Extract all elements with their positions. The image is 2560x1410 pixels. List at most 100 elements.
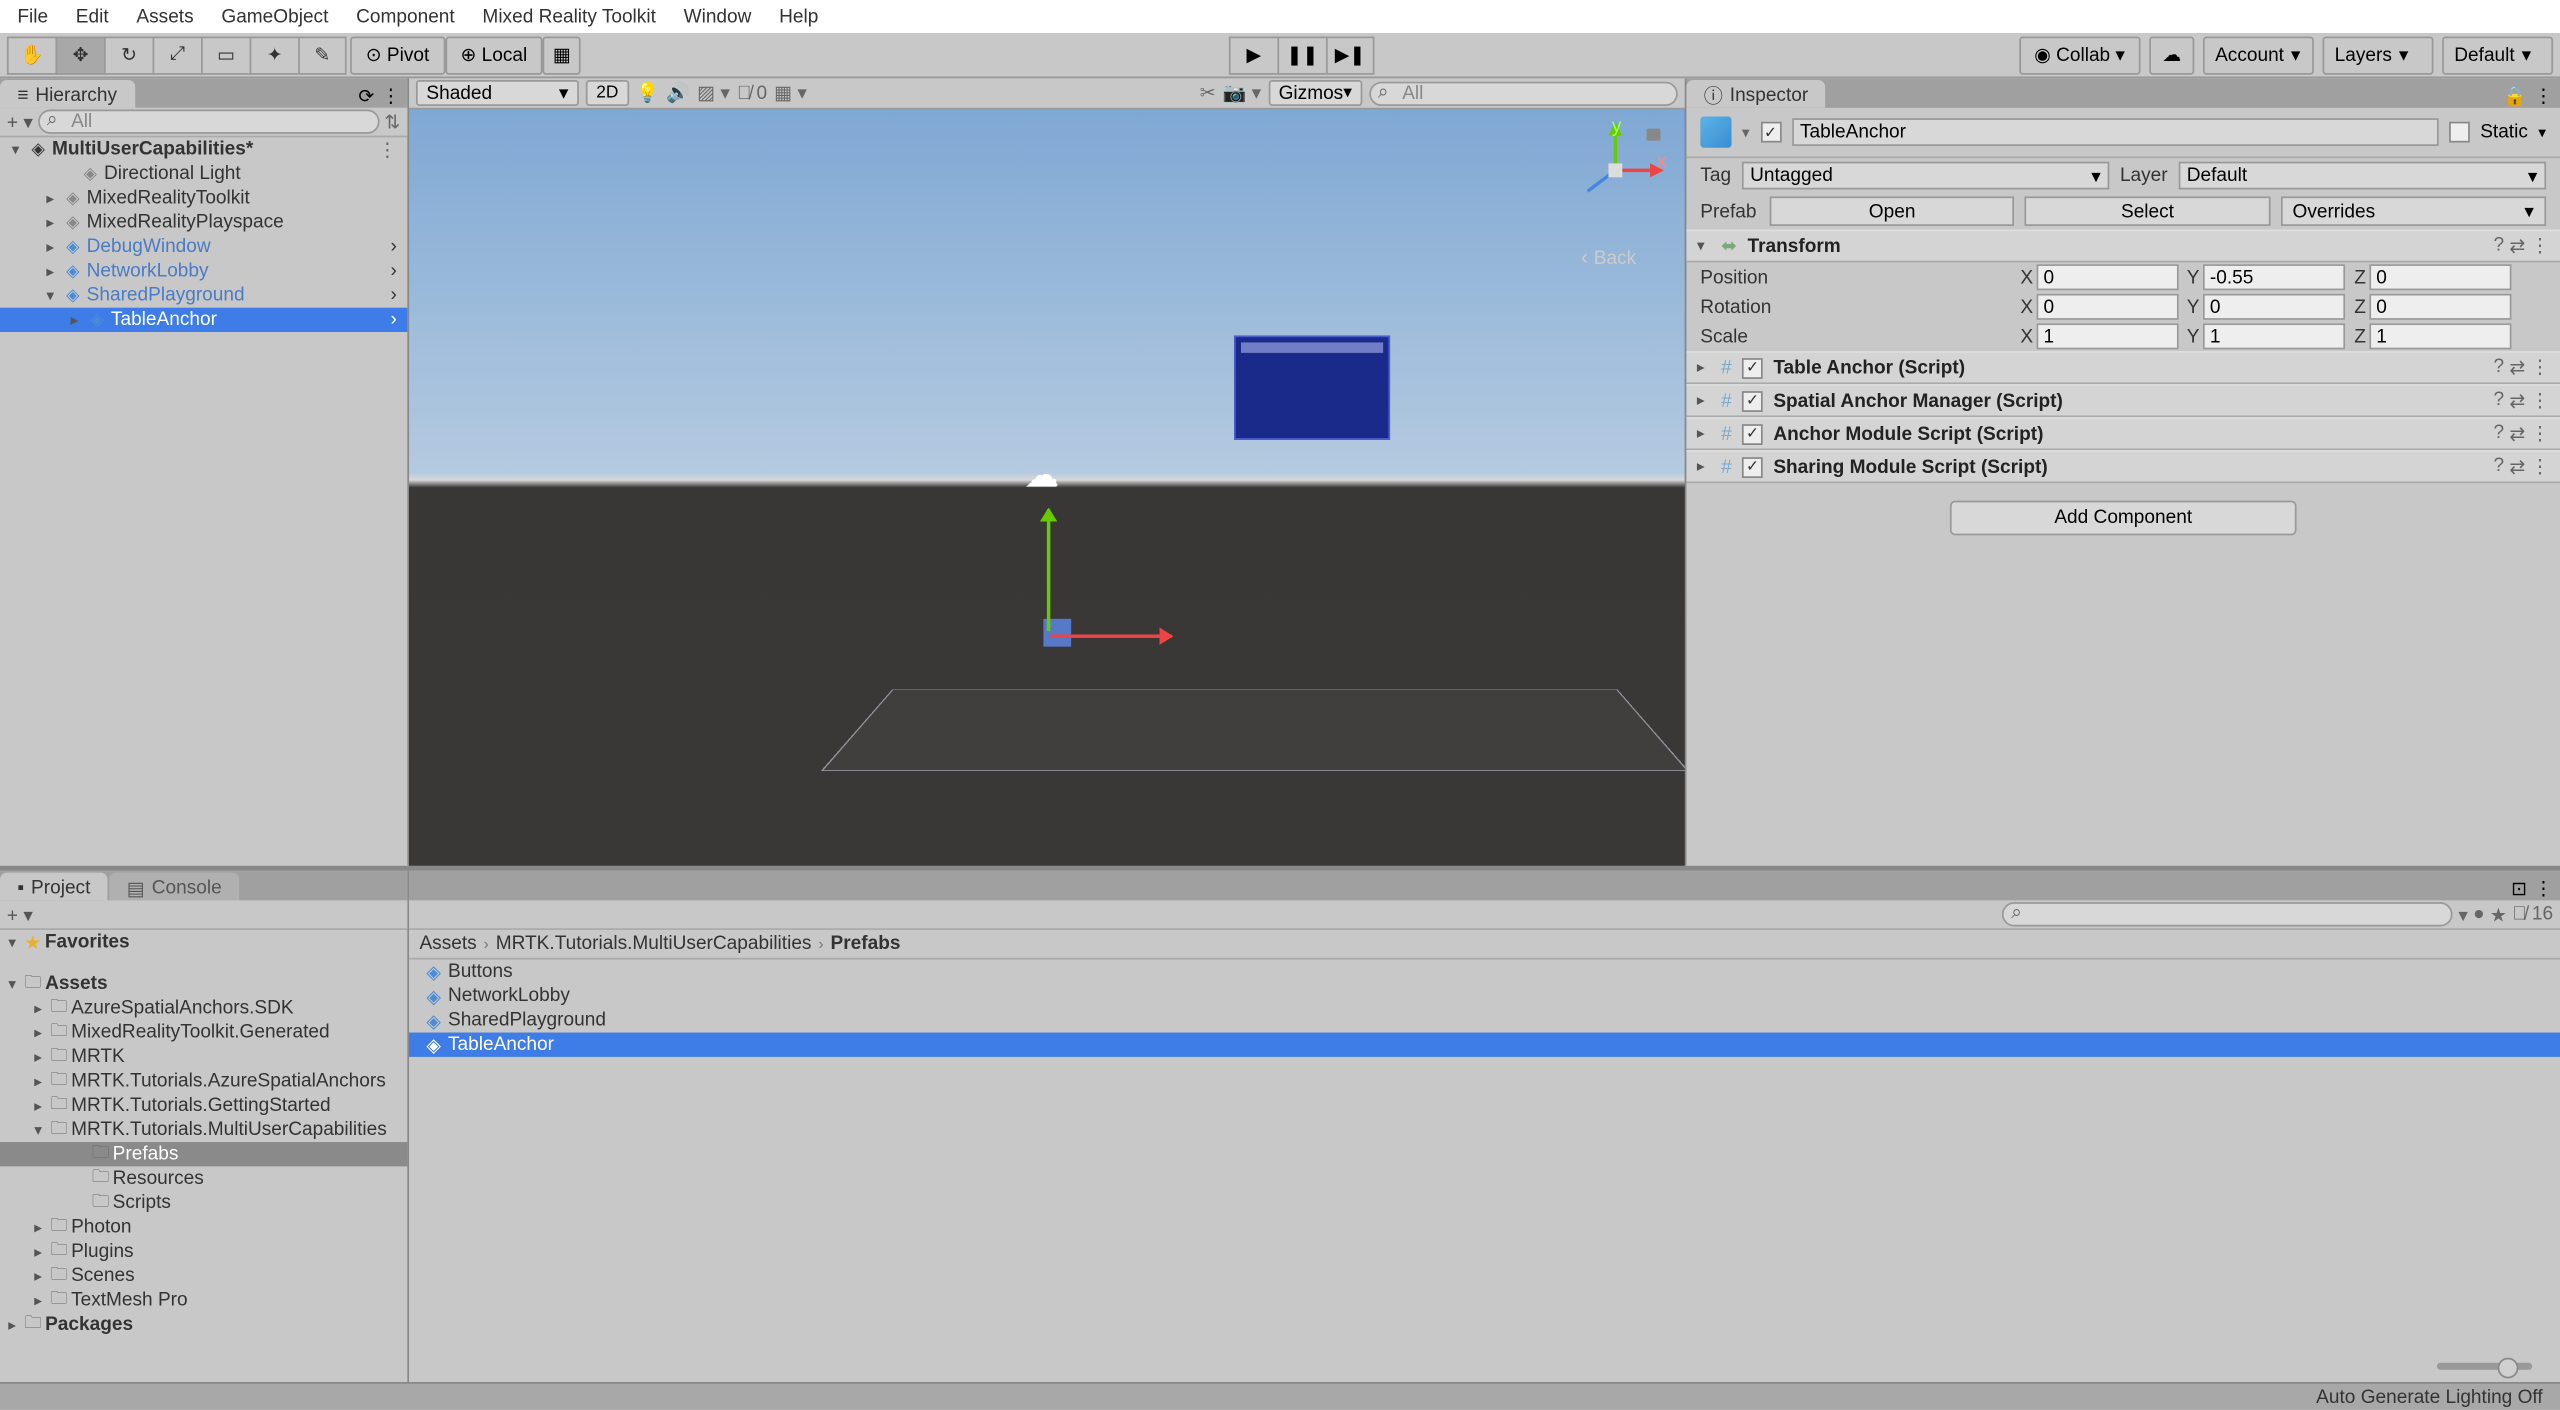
menu-icon[interactable]: ⋮ — [2534, 85, 2553, 108]
hierarchy-item[interactable]: ▸◈TableAnchor› — [0, 308, 407, 332]
gameobject-icon[interactable] — [1700, 116, 1731, 147]
folder-item[interactable]: 🗀Scripts — [0, 1191, 407, 1215]
pivot-toggle[interactable]: ⊙Pivot — [350, 36, 445, 74]
icon-dropdown[interactable]: ▾ — [1742, 123, 1750, 142]
hand-tool[interactable]: ✋ — [7, 36, 56, 74]
menu-icon[interactable]: ⋮ — [2531, 455, 2550, 478]
audio-icon[interactable]: 🔊 — [666, 82, 690, 105]
add-component-button[interactable]: Add Component — [1950, 501, 2297, 536]
enabled-checkbox[interactable]: ✓ — [1742, 423, 1763, 444]
scene-search[interactable]: All — [1369, 81, 1678, 105]
preset-icon[interactable]: ⇄ — [2509, 356, 2525, 379]
scene-root[interactable]: ▾◈MultiUserCapabilities* ⋮ — [0, 137, 407, 161]
sort-icon[interactable]: ⇅ — [384, 110, 400, 133]
menu-component[interactable]: Component — [342, 1, 468, 32]
tab-hierarchy[interactable]: ≡ Hierarchy — [0, 80, 134, 108]
rot-x[interactable]: 0 — [2037, 294, 2179, 320]
component-header[interactable]: ▸#✓Anchor Module Script (Script)?⇄⋮ — [1686, 417, 2560, 450]
folder-item[interactable]: ▸🗀MixedRealityToolkit.Generated — [0, 1020, 407, 1044]
hierarchy-item[interactable]: ▸◈MixedRealityToolkit — [0, 186, 407, 210]
scl-x[interactable]: 1 — [2037, 323, 2179, 349]
pos-y[interactable]: -0.55 — [2203, 264, 2345, 290]
collab-dropdown[interactable]: ◉Collab▾ — [2019, 36, 2141, 74]
collapse-icon[interactable]: ⊡ — [2511, 878, 2527, 901]
tools-icon[interactable]: ✂ — [1200, 82, 1216, 105]
menu-window[interactable]: Window — [670, 1, 766, 32]
menu-icon[interactable]: ⋮ — [2531, 422, 2550, 445]
enabled-checkbox[interactable]: ✓ — [1742, 456, 1763, 477]
create-dropdown[interactable]: + ▾ — [7, 903, 33, 926]
folder-item[interactable]: ▸🗀AzureSpatialAnchors.SDK — [0, 996, 407, 1020]
folder-item[interactable]: 🗀Resources — [0, 1166, 407, 1190]
component-header[interactable]: ▸#✓Table Anchor (Script)?⇄⋮ — [1686, 351, 2560, 384]
help-icon[interactable]: ? — [2494, 422, 2505, 445]
menu-icon[interactable]: ⋮ — [2531, 389, 2550, 412]
menu-assets[interactable]: Assets — [123, 1, 208, 32]
hierarchy-item[interactable]: ▸◈MixedRealityPlayspace — [0, 210, 407, 234]
preset-icon[interactable]: ⇄ — [2509, 235, 2525, 258]
type-icon[interactable]: ★ — [2490, 903, 2507, 926]
static-checkbox[interactable] — [2449, 122, 2470, 143]
component-header[interactable]: ▸#✓Sharing Module Script (Script)?⇄⋮ — [1686, 450, 2560, 483]
tab-console[interactable]: ▤ Console — [109, 873, 239, 901]
y-axis-handle[interactable] — [1047, 509, 1050, 631]
folder-item[interactable]: ▾🗀MRTK.Tutorials.MultiUserCapabilities — [0, 1118, 407, 1142]
menu-gameobject[interactable]: GameObject — [208, 1, 343, 32]
object-name-field[interactable]: TableAnchor — [1791, 118, 2438, 146]
preset-icon[interactable]: ⇄ — [2509, 455, 2525, 478]
zoom-slider[interactable] — [2430, 1356, 2539, 1377]
shading-dropdown[interactable]: Shaded▾ — [416, 80, 579, 106]
scale-tool[interactable]: ⤢ — [153, 36, 202, 74]
breadcrumb-item[interactable]: MRTK.Tutorials.MultiUserCapabilities — [496, 933, 812, 954]
hierarchy-item[interactable]: ▾◈SharedPlayground› — [0, 283, 407, 307]
folder-item[interactable]: ▸🗀TextMesh Pro — [0, 1288, 407, 1312]
scene-viewport[interactable]: y x ‹ Back ☁ — [409, 110, 1685, 866]
cloud-button[interactable]: ☁ — [2149, 36, 2194, 74]
label-icon[interactable]: ● — [2473, 904, 2485, 925]
menu-edit[interactable]: Edit — [62, 1, 123, 32]
light-icon[interactable]: 💡 — [636, 82, 660, 105]
tab-project[interactable]: ▪ Project — [0, 873, 108, 901]
packages-root[interactable]: ▸🗀Packages — [0, 1312, 407, 1336]
snap-toggle[interactable]: ▦ — [543, 36, 581, 74]
move-tool[interactable]: ✥ — [55, 36, 104, 74]
scene-menu-icon[interactable]: ⋮ — [378, 138, 397, 161]
folder-item[interactable]: ▸🗀MRTK — [0, 1045, 407, 1069]
help-icon[interactable]: ? — [2494, 356, 2505, 379]
custom-tool[interactable]: ✎ — [298, 36, 347, 74]
folder-item[interactable]: ▸🗀MRTK.Tutorials.AzureSpatialAnchors — [0, 1069, 407, 1093]
gizmos-dropdown[interactable]: Gizmos ▾ — [1268, 80, 1362, 106]
layout-dropdown[interactable]: Default▾ — [2442, 36, 2553, 74]
assets-root[interactable]: ▾🗀Assets — [0, 972, 407, 996]
hidden-icon[interactable]: 👁̸ 16 — [2512, 904, 2553, 925]
tag-dropdown[interactable]: Untagged▾ — [1741, 162, 2109, 190]
prefab-overrides-dropdown[interactable]: Overrides▾ — [2280, 196, 2546, 226]
folder-item[interactable]: ▸🗀Scenes — [0, 1264, 407, 1288]
fx-icon[interactable]: ▨ ▾ — [697, 82, 730, 105]
asset-item[interactable]: ◈SharedPlayground — [409, 1008, 2560, 1032]
enabled-checkbox[interactable]: ✓ — [1742, 357, 1763, 378]
lock-icon[interactable]: 🔒 — [2503, 85, 2527, 108]
local-toggle[interactable]: ⊕Local — [445, 36, 543, 74]
folder-item[interactable]: ▸🗀Plugins — [0, 1239, 407, 1263]
transform-header[interactable]: ▾⬌Transform ?⇄⋮ — [1686, 229, 2560, 262]
tab-inspector[interactable]: ⓘ Inspector — [1686, 80, 1825, 108]
camera-icon[interactable]: 📷 ▾ — [1223, 82, 1262, 105]
prefab-open-button[interactable]: Open — [1770, 196, 2015, 226]
asset-item[interactable]: ◈TableAnchor — [409, 1033, 2560, 1057]
layer-dropdown[interactable]: Default▾ — [2178, 162, 2546, 190]
active-checkbox[interactable]: ✓ — [1760, 122, 1781, 143]
play-button[interactable]: ▶ — [1229, 36, 1278, 74]
account-dropdown[interactable]: Account▾ — [2203, 36, 2314, 74]
menu-help[interactable]: Help — [765, 1, 832, 32]
project-search[interactable] — [2003, 902, 2454, 926]
folder-item[interactable]: 🗀Prefabs — [0, 1142, 407, 1166]
filter-icon[interactable]: ▾ — [2458, 903, 2468, 926]
menu-icon[interactable]: ⋮ — [2531, 235, 2550, 258]
lock-icon[interactable]: ⟳ — [358, 85, 374, 108]
help-icon[interactable]: ? — [2494, 455, 2505, 478]
rot-y[interactable]: 0 — [2203, 294, 2345, 320]
rotate-tool[interactable]: ↻ — [104, 36, 153, 74]
x-axis-handle[interactable] — [1050, 634, 1171, 637]
breadcrumb-item[interactable]: Prefabs — [831, 933, 901, 954]
